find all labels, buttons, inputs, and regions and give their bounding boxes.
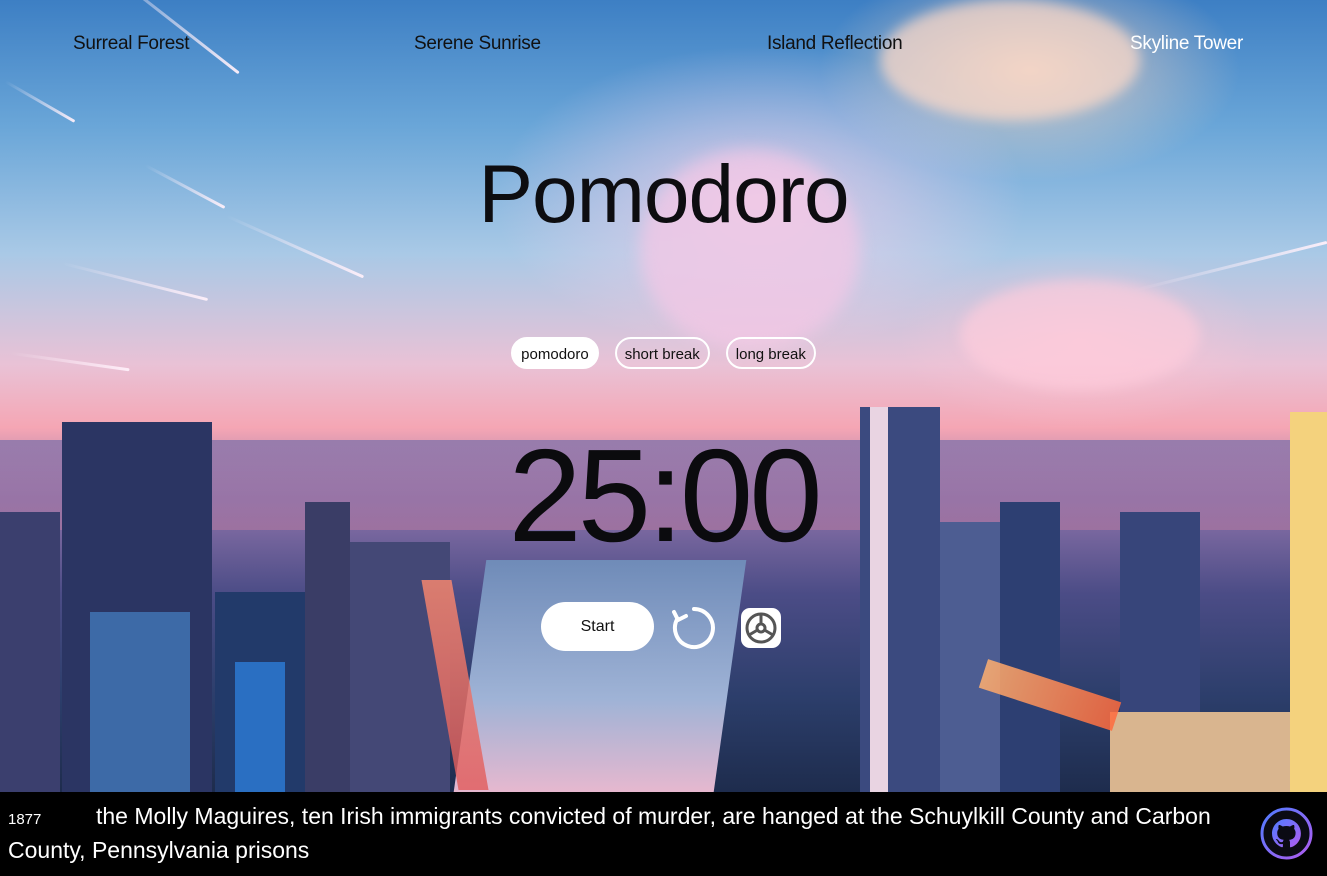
timer-controls: Start xyxy=(0,602,1327,652)
sky-streak xyxy=(4,80,76,123)
nav-serene-sunrise[interactable]: Serene Sunrise xyxy=(414,33,541,55)
theme-nav: Surreal Forest Serene Sunrise Island Ref… xyxy=(0,33,1327,57)
github-icon[interactable] xyxy=(1260,807,1313,860)
reset-icon[interactable] xyxy=(669,603,719,653)
nav-island-reflection[interactable]: Island Reflection xyxy=(767,33,903,55)
event-year: 1877 xyxy=(8,811,42,828)
mode-pomodoro-button[interactable]: pomodoro xyxy=(511,337,599,369)
app-title: Pomodoro xyxy=(478,149,849,240)
nav-skyline-tower[interactable]: Skyline Tower xyxy=(1130,33,1243,55)
sky-streak xyxy=(1132,240,1327,293)
cloud xyxy=(880,0,1140,120)
timer-display: 25:00 xyxy=(508,422,822,569)
history-footer: 1877 the Molly Maguires, ten Irish immigr… xyxy=(0,792,1327,876)
mode-short-break-button[interactable]: short break xyxy=(614,337,710,369)
nav-surreal-forest[interactable]: Surreal Forest xyxy=(73,33,189,55)
mode-long-break-button[interactable]: long break xyxy=(725,337,816,369)
event-text: the Molly Maguires, ten Irish immigrants… xyxy=(8,803,1211,863)
sky-streak xyxy=(61,261,209,302)
start-button[interactable]: Start xyxy=(541,602,654,651)
settings-icon[interactable] xyxy=(740,607,782,649)
mode-selector: pomodoro short break long break xyxy=(0,337,1327,369)
on-this-day: 1877 the Molly Maguires, ten Irish immigr… xyxy=(8,801,1248,866)
building xyxy=(235,662,285,792)
cloud xyxy=(960,280,1200,390)
river xyxy=(453,560,747,792)
background-scene xyxy=(0,0,1327,792)
